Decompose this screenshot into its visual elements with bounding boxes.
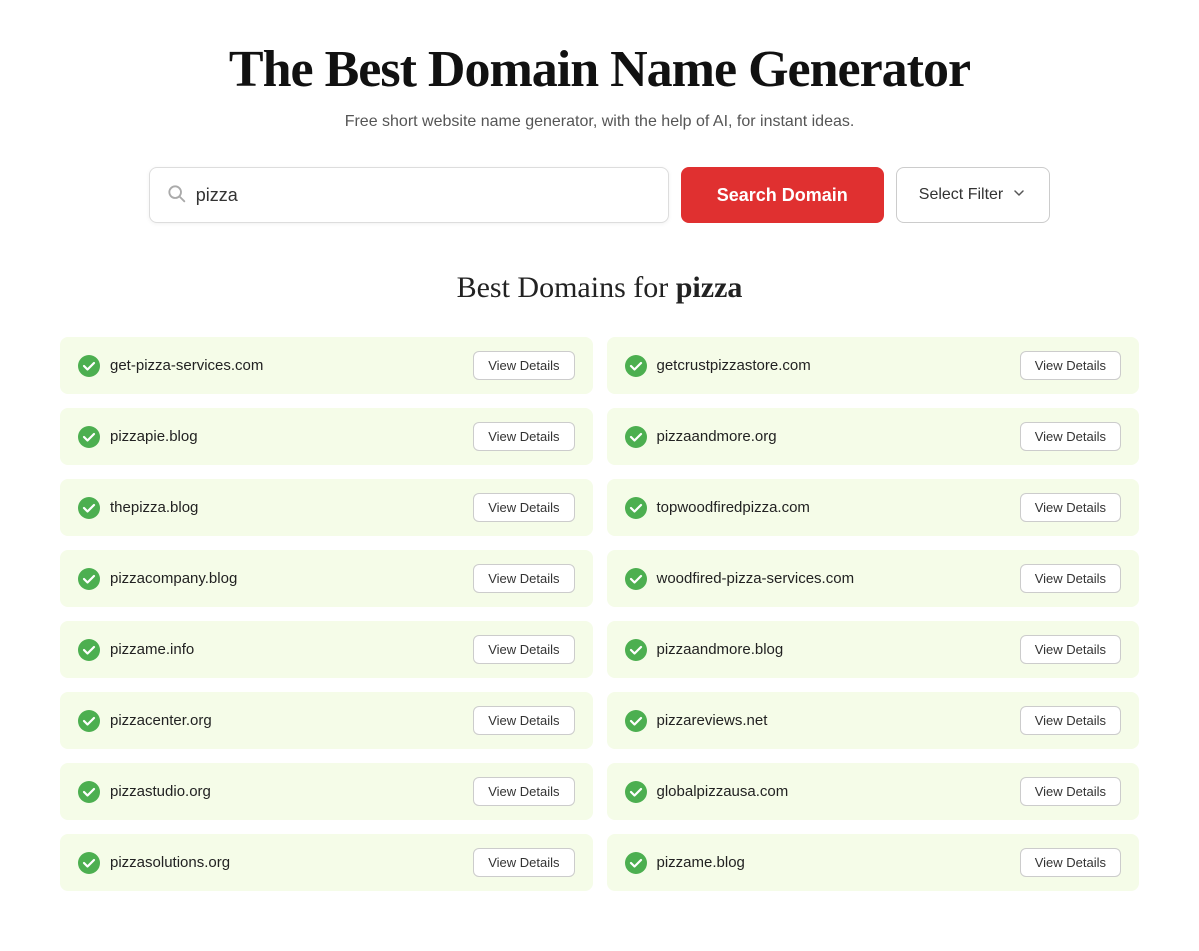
search-domain-button[interactable]: Search Domain (681, 167, 884, 223)
domain-left: pizzastudio.org (78, 781, 463, 803)
search-input[interactable] (196, 185, 652, 206)
domain-card: pizzastudio.org View Details (60, 763, 593, 820)
domain-left: pizzacompany.blog (78, 568, 463, 590)
view-details-button[interactable]: View Details (473, 777, 574, 806)
domain-left: pizzapie.blog (78, 426, 463, 448)
domain-left: woodfired-pizza-services.com (625, 568, 1010, 590)
domain-card: pizzasolutions.org View Details (60, 834, 593, 891)
domain-name: pizzame.info (110, 641, 194, 658)
page-subtitle: Free short website name generator, with … (60, 113, 1139, 131)
available-icon (625, 852, 647, 874)
domain-card: pizzacompany.blog View Details (60, 550, 593, 607)
available-icon (78, 781, 100, 803)
domain-card: topwoodfiredpizza.com View Details (607, 479, 1140, 536)
available-icon (78, 710, 100, 732)
domain-name: pizzasolutions.org (110, 854, 230, 871)
domain-name: pizzapie.blog (110, 428, 198, 445)
domain-left: pizzaandmore.org (625, 426, 1010, 448)
domain-name: pizzaandmore.blog (657, 641, 784, 658)
domain-card: pizzaandmore.blog View Details (607, 621, 1140, 678)
view-details-button[interactable]: View Details (473, 422, 574, 451)
domain-name: get-pizza-services.com (110, 357, 263, 374)
view-details-button[interactable]: View Details (1020, 351, 1121, 380)
view-details-button[interactable]: View Details (1020, 635, 1121, 664)
view-details-button[interactable]: View Details (1020, 564, 1121, 593)
available-icon (78, 355, 100, 377)
domain-left: pizzareviews.net (625, 710, 1010, 732)
domain-left: pizzacenter.org (78, 710, 463, 732)
available-icon (625, 568, 647, 590)
domain-card: get-pizza-services.com View Details (60, 337, 593, 394)
view-details-button[interactable]: View Details (1020, 848, 1121, 877)
domain-left: globalpizzausa.com (625, 781, 1010, 803)
available-icon (78, 639, 100, 661)
domain-card: pizzame.info View Details (60, 621, 593, 678)
domain-card: thepizza.blog View Details (60, 479, 593, 536)
domain-name: globalpizzausa.com (657, 783, 789, 800)
available-icon (625, 781, 647, 803)
view-details-button[interactable]: View Details (1020, 422, 1121, 451)
available-icon (625, 426, 647, 448)
domain-card: woodfired-pizza-services.com View Detail… (607, 550, 1140, 607)
domain-card: pizzame.blog View Details (607, 834, 1140, 891)
view-details-button[interactable]: View Details (473, 564, 574, 593)
filter-button[interactable]: Select Filter (896, 167, 1050, 223)
available-icon (625, 639, 647, 661)
available-icon (625, 497, 647, 519)
view-details-button[interactable]: View Details (1020, 706, 1121, 735)
domain-left: pizzaandmore.blog (625, 639, 1010, 661)
domain-name: pizzacompany.blog (110, 570, 237, 587)
view-details-button[interactable]: View Details (473, 493, 574, 522)
available-icon (78, 497, 100, 519)
domain-name: woodfired-pizza-services.com (657, 570, 855, 587)
available-icon (78, 852, 100, 874)
domain-left: pizzame.info (78, 639, 463, 661)
available-icon (625, 710, 647, 732)
available-icon (78, 568, 100, 590)
domain-name: pizzame.blog (657, 854, 745, 871)
domain-name: pizzacenter.org (110, 712, 212, 729)
domain-name: thepizza.blog (110, 499, 198, 516)
domain-left: pizzasolutions.org (78, 852, 463, 874)
domain-card: pizzaandmore.org View Details (607, 408, 1140, 465)
search-bar-row: Search Domain Select Filter (60, 167, 1139, 223)
available-icon (625, 355, 647, 377)
view-details-button[interactable]: View Details (473, 848, 574, 877)
view-details-button[interactable]: View Details (473, 706, 574, 735)
domain-name: pizzastudio.org (110, 783, 211, 800)
domain-left: thepizza.blog (78, 497, 463, 519)
search-input-wrapper (149, 167, 669, 223)
domain-name: pizzaandmore.org (657, 428, 777, 445)
domain-card: globalpizzausa.com View Details (607, 763, 1140, 820)
search-icon (166, 183, 186, 208)
domain-card: pizzareviews.net View Details (607, 692, 1140, 749)
domains-grid: get-pizza-services.com View Details getc… (60, 337, 1139, 891)
filter-label: Select Filter (919, 186, 1003, 204)
view-details-button[interactable]: View Details (473, 635, 574, 664)
results-heading: Best Domains for pizza (60, 271, 1139, 305)
domain-left: topwoodfiredpizza.com (625, 497, 1010, 519)
domain-name: getcrustpizzastore.com (657, 357, 811, 374)
domain-card: getcrustpizzastore.com View Details (607, 337, 1140, 394)
domain-left: get-pizza-services.com (78, 355, 463, 377)
page-wrapper: The Best Domain Name Generator Free shor… (0, 0, 1199, 951)
view-details-button[interactable]: View Details (1020, 493, 1121, 522)
view-details-button[interactable]: View Details (1020, 777, 1121, 806)
page-title: The Best Domain Name Generator (60, 40, 1139, 99)
domain-card: pizzacenter.org View Details (60, 692, 593, 749)
chevron-down-icon (1011, 185, 1027, 206)
view-details-button[interactable]: View Details (473, 351, 574, 380)
available-icon (78, 426, 100, 448)
domain-name: topwoodfiredpizza.com (657, 499, 810, 516)
domain-card: pizzapie.blog View Details (60, 408, 593, 465)
domain-left: getcrustpizzastore.com (625, 355, 1010, 377)
domain-left: pizzame.blog (625, 852, 1010, 874)
domain-name: pizzareviews.net (657, 712, 768, 729)
